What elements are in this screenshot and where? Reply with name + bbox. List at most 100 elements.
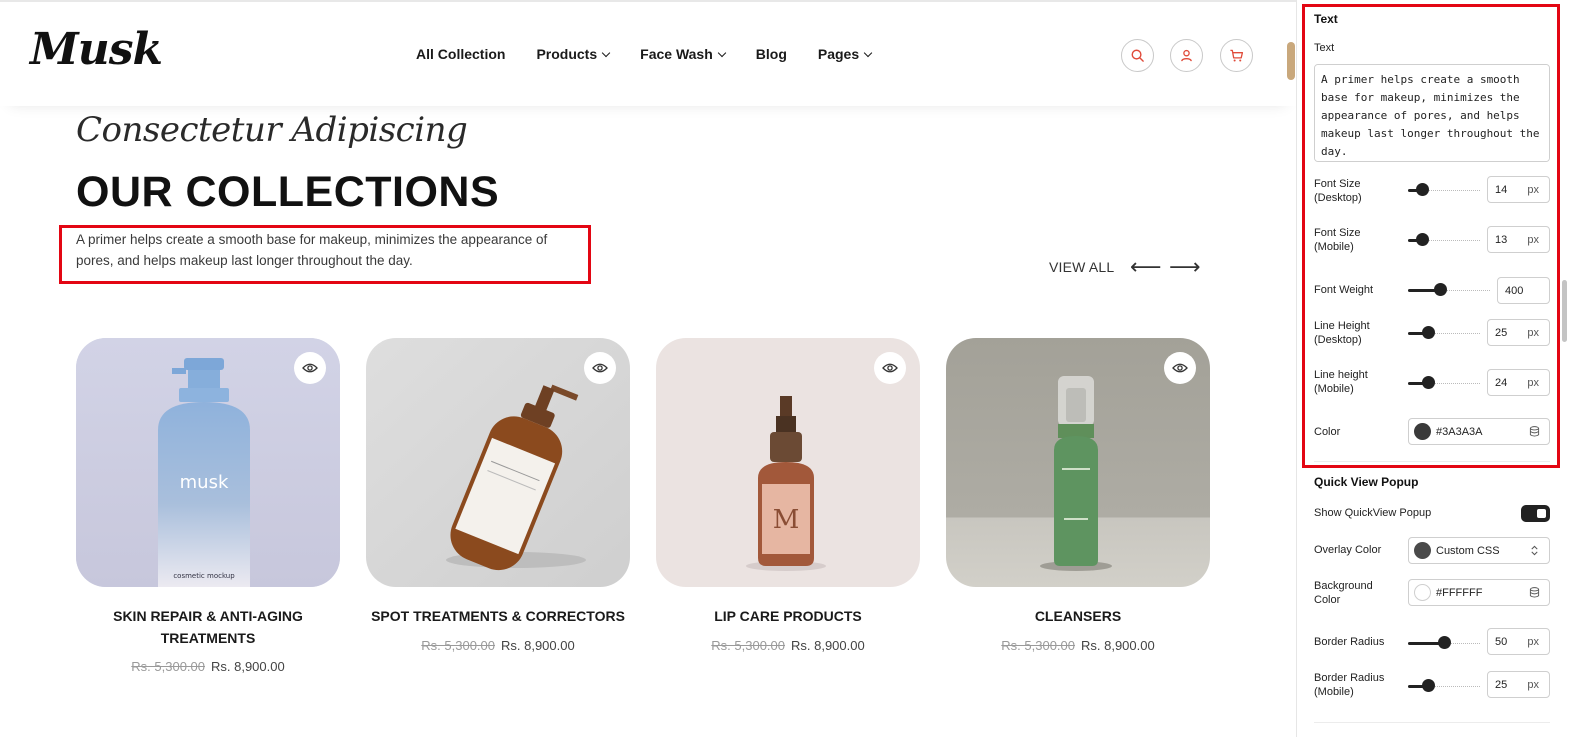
border-radius-mobile-input[interactable]: 25 px	[1487, 671, 1550, 698]
product-card-image[interactable]	[366, 338, 630, 587]
prev-arrow-button[interactable]: ⟵	[1130, 256, 1162, 278]
product-card-image[interactable]: M	[656, 338, 920, 587]
store-logo[interactable]: Musk	[30, 24, 163, 75]
select-arrows-icon	[1531, 545, 1538, 556]
preview-scrollbar[interactable]	[1287, 42, 1295, 80]
section-script-title: Consectetur Adipiscing	[76, 110, 468, 150]
color-swatch[interactable]	[1414, 423, 1431, 440]
view-all-link[interactable]: VIEW ALL	[1049, 259, 1114, 275]
old-price: Rs. 5,300.00	[1001, 638, 1075, 653]
line-height-mobile-slider[interactable]	[1408, 376, 1480, 390]
slider-handle[interactable]	[1416, 233, 1429, 246]
slider-handle[interactable]	[1422, 679, 1435, 692]
chevron-down-icon	[601, 48, 611, 57]
border-radius-slider[interactable]	[1408, 636, 1480, 650]
font-size-mobile-slider[interactable]	[1408, 233, 1480, 247]
line-height-mobile-label: Line height (Mobile)	[1314, 369, 1368, 395]
font-size-mobile-label: Font Size (Mobile)	[1314, 227, 1361, 253]
color-picker[interactable]: #3A3A3A	[1408, 418, 1550, 445]
font-weight-input[interactable]: 400	[1497, 277, 1550, 304]
search-icon	[1131, 49, 1144, 62]
svg-text:cosmetic mockup: cosmetic mockup	[173, 572, 235, 580]
eye-icon	[592, 363, 608, 373]
background-color-label: Background Color	[1314, 580, 1373, 606]
quick-view-button[interactable]	[584, 352, 616, 384]
cart-icon	[1230, 49, 1244, 62]
database-icon[interactable]	[1529, 426, 1540, 437]
slider-handle[interactable]	[1434, 283, 1447, 296]
product-price: Rs. 5,300.00 Rs. 8,900.00	[656, 638, 920, 653]
color-label: Color	[1314, 426, 1341, 438]
product-title[interactable]: LIP CARE PRODUCTS	[656, 605, 920, 627]
old-price: Rs. 5,300.00	[711, 638, 785, 653]
show-quickview-toggle[interactable]	[1521, 505, 1550, 522]
line-height-desktop-slider[interactable]	[1408, 326, 1480, 340]
border-radius-label: Border Radius	[1314, 636, 1385, 648]
overlay-color-select[interactable]: Custom CSS	[1408, 537, 1550, 564]
section-title: OUR COLLECTIONS	[76, 168, 500, 216]
sale-price: Rs. 8,900.00	[211, 659, 285, 674]
store-header: Musk All Collection Products Face Wash B…	[0, 2, 1296, 106]
sale-price: Rs. 8,900.00	[791, 638, 865, 653]
old-price: Rs. 5,300.00	[421, 638, 495, 653]
product-card-image[interactable]	[946, 338, 1210, 587]
sale-price: Rs. 8,900.00	[1081, 638, 1155, 653]
eye-icon	[882, 363, 898, 373]
cart-button[interactable]	[1220, 39, 1253, 72]
product-price: Rs. 5,300.00 Rs. 8,900.00	[366, 638, 630, 653]
border-radius-mobile-label: Border Radius (Mobile)	[1314, 672, 1385, 698]
search-button[interactable]	[1121, 39, 1154, 72]
chevron-down-icon	[863, 48, 873, 57]
line-height-desktop-label: Line Height (Desktop)	[1314, 320, 1370, 346]
font-size-desktop-slider[interactable]	[1408, 183, 1480, 197]
show-quickview-label: Show QuickView Popup	[1314, 507, 1432, 519]
nav-item-pages[interactable]: Pages	[818, 46, 873, 62]
next-arrow-button[interactable]: ⟶	[1169, 256, 1201, 278]
nav-item-products[interactable]: Products	[536, 46, 611, 62]
color-swatch[interactable]	[1414, 584, 1431, 601]
chevron-down-icon	[717, 48, 727, 57]
text-section-heading: Text	[1314, 12, 1338, 26]
nav-item-all-collection[interactable]: All Collection	[416, 46, 505, 62]
slider-handle[interactable]	[1422, 326, 1435, 339]
divider	[1314, 461, 1550, 462]
nav-item-face-wash[interactable]: Face Wash	[640, 46, 727, 62]
font-size-mobile-input[interactable]: 13 px	[1487, 226, 1550, 253]
slider-handle[interactable]	[1438, 636, 1451, 649]
old-price: Rs. 5,300.00	[131, 659, 205, 674]
section-description[interactable]: A primer helps create a smooth base for …	[76, 229, 586, 271]
user-icon	[1181, 49, 1192, 62]
border-radius-input[interactable]: 50 px	[1487, 628, 1550, 655]
background-color-picker[interactable]: #FFFFFF	[1408, 579, 1550, 606]
product-title[interactable]: SKIN REPAIR & ANTI-AGING TREATMENTS	[76, 605, 340, 649]
sale-price: Rs. 8,900.00	[501, 638, 575, 653]
quick-view-button[interactable]	[294, 352, 326, 384]
product-title[interactable]: CLEANSERS	[946, 605, 1210, 627]
quick-view-button[interactable]	[874, 352, 906, 384]
slider-handle[interactable]	[1422, 376, 1435, 389]
line-height-mobile-input[interactable]: 24 px	[1487, 369, 1550, 396]
product-card-image[interactable]: musk cosmetic mockup	[76, 338, 340, 587]
database-icon[interactable]	[1529, 587, 1540, 598]
font-weight-slider[interactable]	[1408, 283, 1490, 297]
product-title[interactable]: SPOT TREATMENTS & CORRECTORS	[366, 605, 630, 627]
border-radius-mobile-slider[interactable]	[1408, 679, 1480, 693]
divider	[1314, 722, 1550, 723]
quick-view-button[interactable]	[1164, 352, 1196, 384]
font-weight-label: Font Weight	[1314, 284, 1374, 296]
font-size-desktop-label: Font Size (Desktop)	[1314, 178, 1362, 204]
account-button[interactable]	[1170, 39, 1203, 72]
panel-scrollbar[interactable]	[1562, 280, 1567, 342]
quick-view-section-heading: Quick View Popup	[1314, 475, 1419, 489]
overlay-color-label: Overlay Color	[1314, 544, 1382, 556]
font-size-desktop-input[interactable]: 14 px	[1487, 176, 1550, 203]
product-price: Rs. 5,300.00 Rs. 8,900.00	[76, 659, 340, 674]
slider-handle[interactable]	[1416, 183, 1429, 196]
eye-icon	[302, 363, 318, 373]
text-input[interactable]: A primer helps create a smooth base for …	[1314, 64, 1550, 162]
nav-item-blog[interactable]: Blog	[756, 46, 787, 62]
line-height-desktop-input[interactable]: 25 px	[1487, 319, 1550, 346]
color-swatch[interactable]	[1414, 542, 1431, 559]
main-nav: All Collection Products Face Wash Blog P…	[416, 46, 873, 62]
product-price: Rs. 5,300.00 Rs. 8,900.00	[946, 638, 1210, 653]
